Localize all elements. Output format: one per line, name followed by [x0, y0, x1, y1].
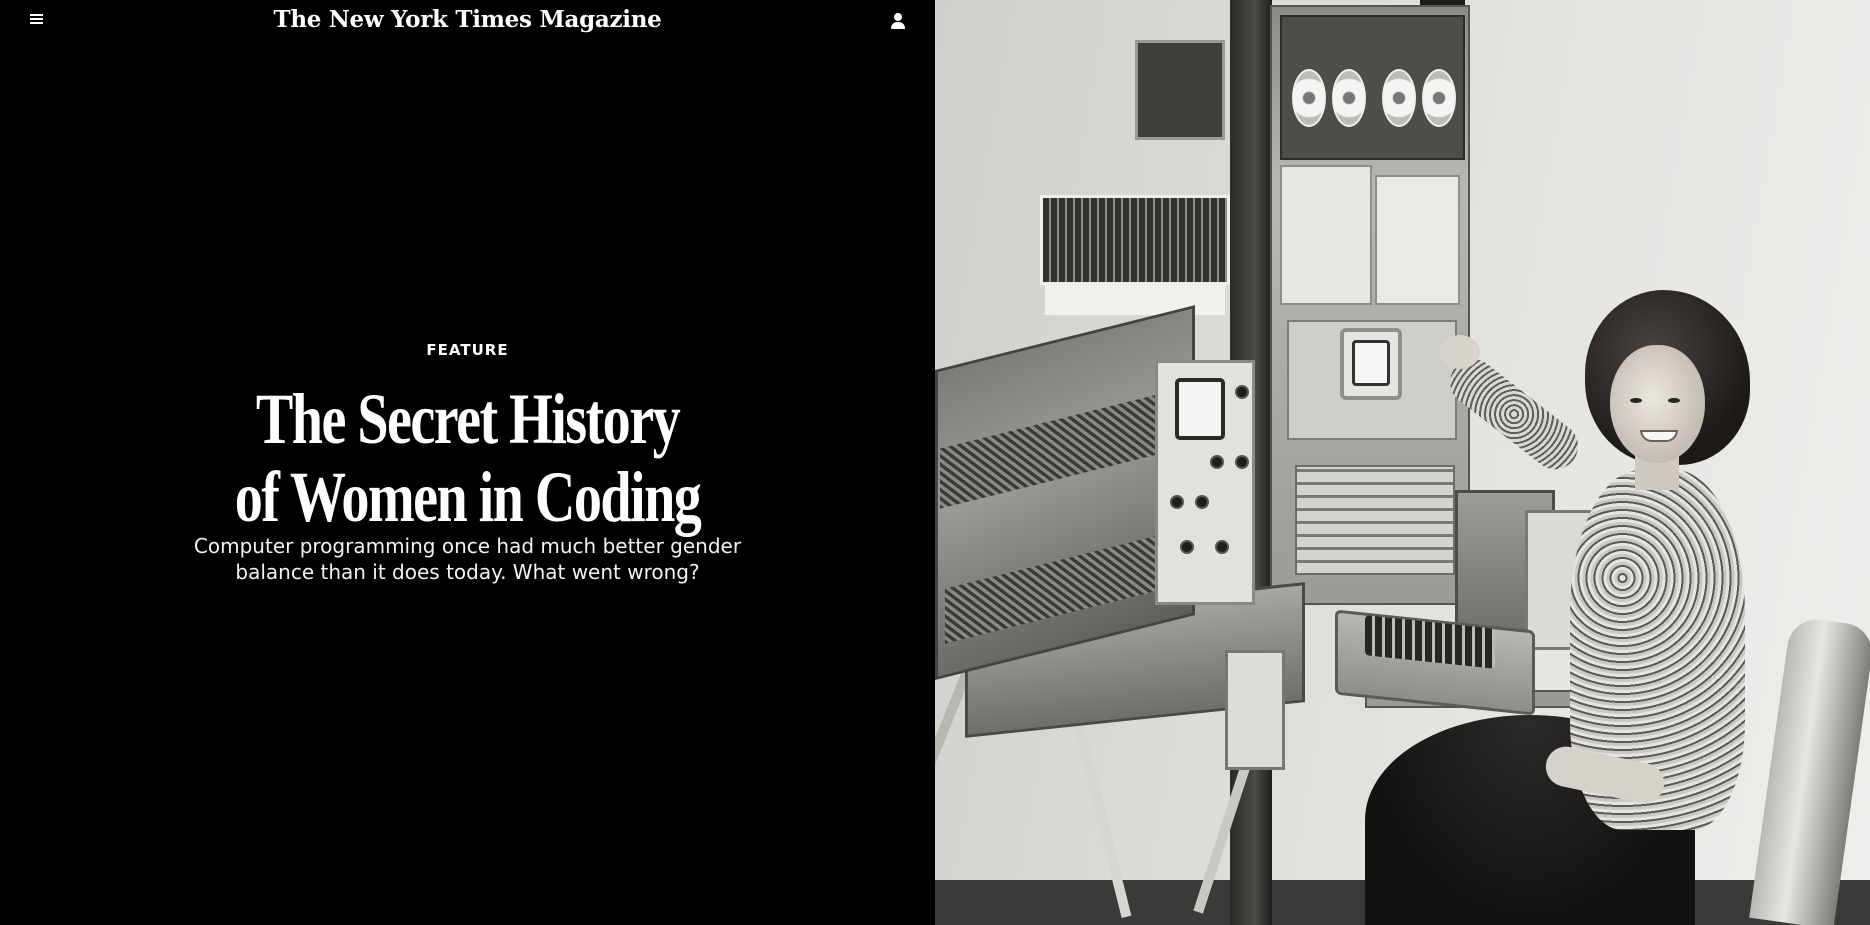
hero-photo	[935, 0, 1870, 925]
photo-tape-reels-panel	[1280, 15, 1465, 160]
photo-switch-bank	[1295, 465, 1455, 575]
user-icon-body	[891, 22, 905, 29]
article-summary: Computer programming once had much bette…	[0, 533, 935, 585]
user-icon-head	[894, 13, 902, 21]
photo-face	[1610, 345, 1705, 463]
article-headline: The Secret History of Women in Coding	[103, 380, 832, 536]
photo-blank-panel	[1280, 165, 1372, 305]
photo-knob	[1215, 540, 1229, 554]
article-hero-text-panel: The New York Times Magazine FEATURE The …	[0, 0, 935, 925]
photo-knob	[1235, 385, 1249, 399]
photo-smile	[1640, 430, 1678, 442]
photo-tape-reel	[1422, 69, 1456, 127]
photo-small-unit	[1225, 650, 1285, 770]
photo-card-cage	[1040, 195, 1230, 285]
photo-scope-screen	[1352, 340, 1390, 386]
photo-oscilloscope-screen	[1175, 378, 1225, 440]
headline-line-2: of Women in Coding	[234, 457, 702, 537]
user-account-icon[interactable]	[888, 11, 908, 31]
masthead-logo[interactable]: The New York Times Magazine	[0, 6, 935, 33]
photo-knob	[1195, 495, 1209, 509]
photo-knob	[1235, 455, 1249, 469]
photo-eye	[1668, 398, 1680, 403]
photo-knob	[1180, 540, 1194, 554]
summary-line-1: Computer programming once had much bette…	[193, 534, 742, 558]
masthead-link[interactable]: The New York Times Magazine	[274, 6, 662, 33]
article-kicker: FEATURE	[426, 341, 509, 359]
photo-tape-reel	[1292, 69, 1326, 127]
photo-knob	[1170, 495, 1184, 509]
photo-tape-reel	[1332, 69, 1366, 127]
photo-knob	[1210, 455, 1224, 469]
photo-eye	[1630, 398, 1642, 403]
summary-line-2: balance than it does today. What went wr…	[235, 560, 700, 584]
photo-circuit-box	[1135, 40, 1225, 140]
site-header: The New York Times Magazine	[0, 0, 935, 40]
photo-hand	[1440, 335, 1480, 369]
headline-line-1: The Secret History	[255, 379, 681, 459]
photo-switch-panel	[1375, 175, 1460, 305]
photo-tape-reel	[1382, 69, 1416, 127]
photo-shelf	[1045, 285, 1225, 315]
